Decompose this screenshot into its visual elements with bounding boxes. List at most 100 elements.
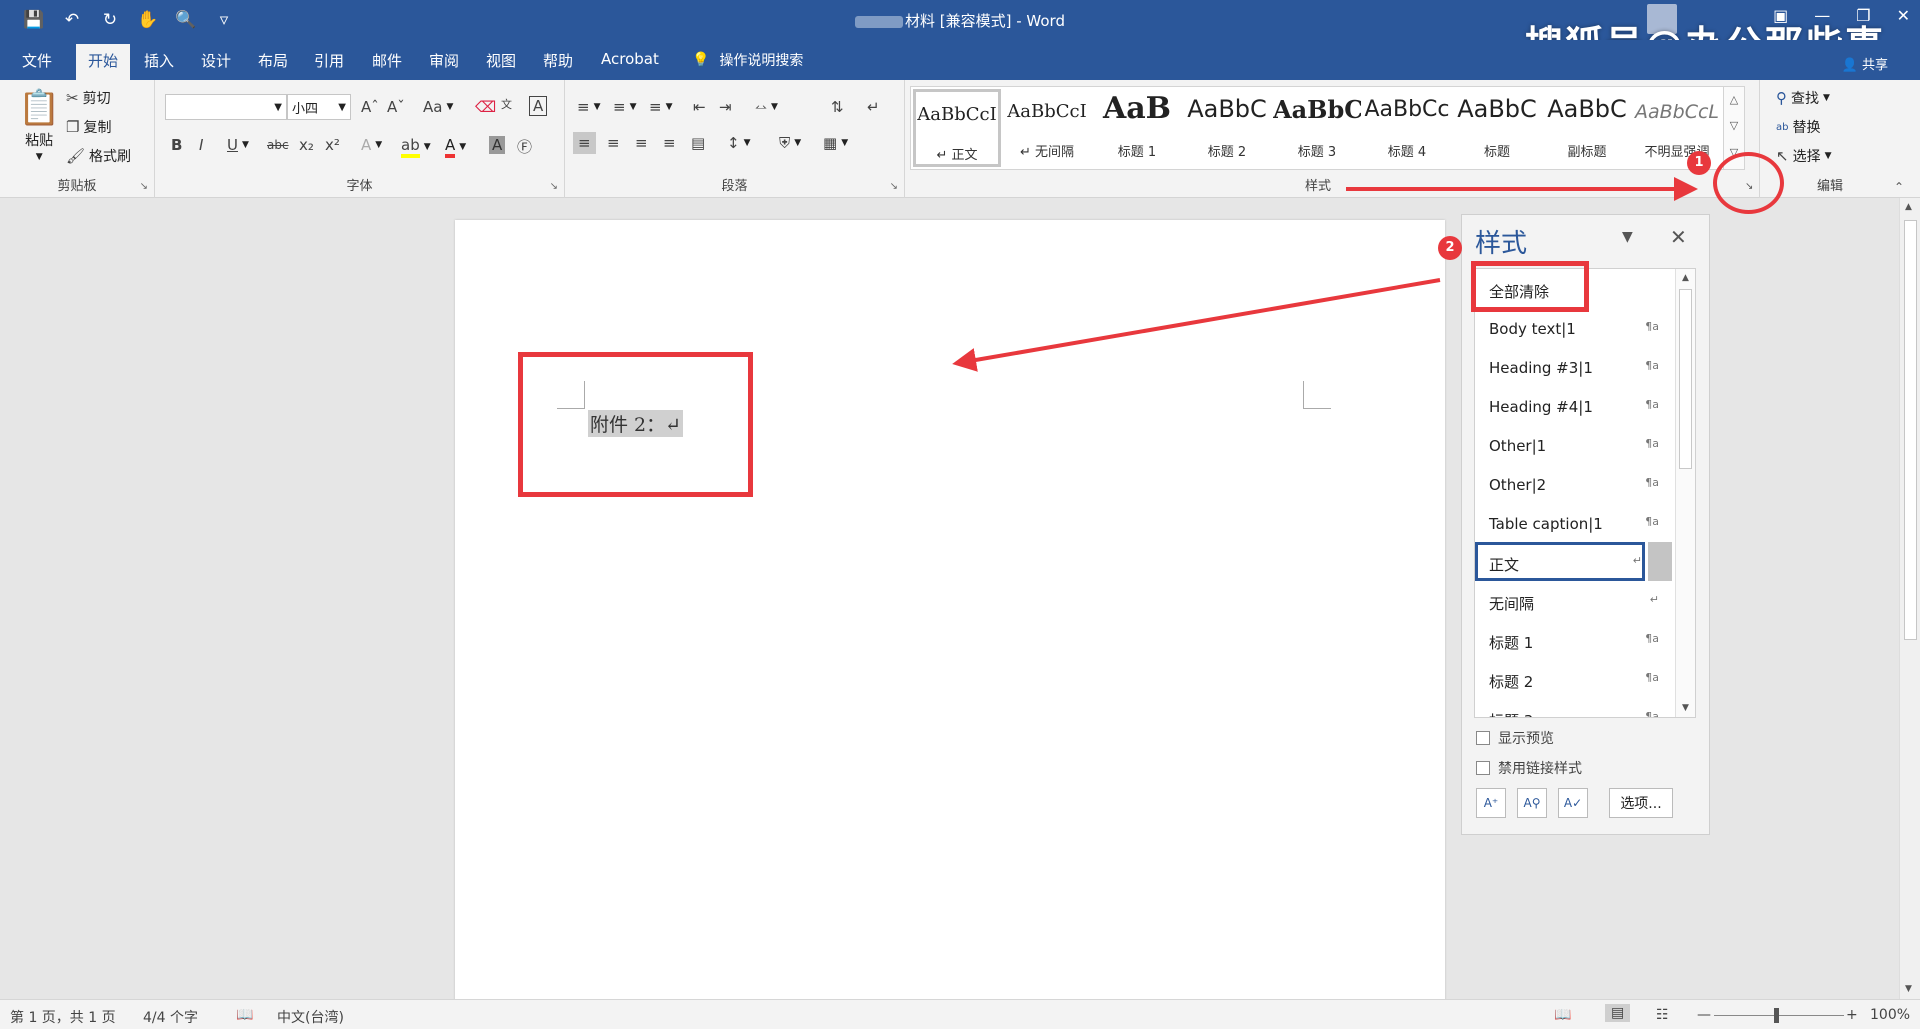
enclose-characters-button[interactable]: Ⓕ — [517, 136, 532, 157]
justify-button[interactable]: ≡ — [663, 134, 676, 152]
style-list-item[interactable]: Heading #3|1 ¶a — [1475, 347, 1675, 386]
chinese-layout-button[interactable]: ⥎ ▼ — [755, 98, 778, 116]
decrease-indent-button[interactable]: ⇤ — [693, 98, 706, 116]
styles-list-scrollbar[interactable]: ▲ ▼ — [1675, 269, 1695, 717]
superscript-button[interactable]: x² — [325, 136, 340, 154]
chevron-up-icon[interactable]: △ — [1724, 87, 1744, 113]
borders-button[interactable]: ▦ ▼ — [823, 134, 848, 152]
dialog-launcher-icon[interactable]: ↘ — [140, 181, 148, 192]
checkbox-box[interactable] — [1476, 731, 1490, 745]
style-list-item[interactable]: Body text|1 ¶a — [1475, 308, 1675, 347]
tab-view[interactable]: 视图 — [486, 50, 516, 71]
web-layout-icon[interactable]: ☷ — [1656, 1007, 1669, 1023]
character-border-button[interactable]: A — [529, 96, 548, 116]
align-center-button[interactable]: ≡ — [607, 134, 620, 152]
highlight-button[interactable]: ab ▼ — [401, 136, 431, 158]
zoom-slider-thumb[interactable] — [1774, 1008, 1779, 1023]
style-list-item[interactable]: Other|2 ¶a — [1475, 464, 1675, 503]
tab-references[interactable]: 引用 — [314, 50, 344, 71]
chevron-down-icon[interactable]: ▽ — [1724, 113, 1744, 139]
close-icon[interactable]: ✕ — [1670, 225, 1687, 249]
zoom-out-icon[interactable]: — — [1697, 1007, 1711, 1023]
sort-button[interactable]: ⇅ — [831, 98, 844, 116]
language-indicator[interactable]: 中文(台湾) — [277, 1007, 344, 1027]
show-marks-button[interactable]: ↵ — [867, 98, 880, 116]
style-dropdown-handle[interactable] — [1648, 542, 1672, 581]
clear-formatting-button[interactable]: ⌫ — [475, 98, 496, 116]
document-page[interactable]: 附件 2：↵ — [455, 220, 1445, 1029]
tab-help[interactable]: 帮助 — [543, 50, 573, 71]
style-list-item[interactable]: Table caption|1 ¶a — [1475, 503, 1675, 542]
subscript-button[interactable]: x₂ — [299, 136, 314, 154]
tab-home[interactable]: 开始 — [76, 44, 131, 80]
increase-indent-button[interactable]: ⇥ — [719, 98, 732, 116]
chevron-up-icon[interactable]: ▲ — [1905, 202, 1912, 212]
chevron-up-icon[interactable]: ▲ — [1676, 273, 1695, 283]
style-heading-1[interactable]: AaB 标题 1 — [1093, 89, 1181, 167]
grow-font-button[interactable]: Aˆ — [361, 98, 379, 116]
phonetic-guide-button[interactable]: 文 — [501, 96, 512, 112]
close-icon[interactable]: ✕ — [1897, 6, 1910, 25]
tab-review[interactable]: 审阅 — [429, 50, 459, 71]
style-heading-4[interactable]: AaBbCc 标题 4 — [1363, 89, 1451, 167]
strikethrough-button[interactable]: abc — [267, 138, 289, 152]
tab-acrobat[interactable]: Acrobat — [601, 50, 659, 68]
shading-button[interactable]: ⛨ ▼ — [779, 134, 801, 152]
style-list-item[interactable]: Other|1 ¶a — [1475, 425, 1675, 464]
pane-options-icon[interactable]: ▼ — [1622, 229, 1633, 245]
font-size-combo[interactable]: 小四 ▼ — [287, 94, 351, 120]
cut-button[interactable]: ✂ 剪切 — [66, 88, 111, 108]
show-preview-checkbox[interactable]: 显示预览 — [1476, 728, 1554, 748]
scroll-thumb[interactable] — [1904, 220, 1917, 640]
scroll-thumb[interactable] — [1679, 289, 1692, 469]
character-shading-button[interactable]: A — [489, 136, 506, 154]
style-normal[interactable]: AaBbCcI ↵ 正文 — [913, 89, 1001, 167]
chevron-down-icon[interactable]: ▼ — [1676, 703, 1695, 713]
zoom-level[interactable]: 100% — [1870, 1007, 1910, 1023]
style-list-item[interactable]: 标题 3 ¶a — [1475, 698, 1675, 717]
style-heading-3[interactable]: AaBbC 标题 3 — [1273, 89, 1361, 167]
font-color-button[interactable]: A ▼ — [445, 136, 466, 158]
bold-button[interactable]: B — [171, 136, 182, 154]
text-effects-button[interactable]: A ▼ — [361, 136, 382, 154]
manage-styles-button[interactable]: A✓ — [1558, 788, 1588, 818]
style-list-item-current[interactable]: 正文 ↵ — [1475, 542, 1645, 581]
options-button[interactable]: 选项... — [1609, 788, 1673, 818]
shrink-font-button[interactable]: Aˇ — [387, 98, 405, 116]
new-style-button[interactable]: A⁺ — [1476, 788, 1506, 818]
style-list-item[interactable]: Heading #4|1 ¶a — [1475, 386, 1675, 425]
format-painter-button[interactable]: 🖌 格式刷 — [66, 146, 131, 166]
zoom-in-icon[interactable]: + — [1846, 1007, 1858, 1023]
style-title[interactable]: AaBbC 标题 — [1453, 89, 1541, 167]
tab-file[interactable]: 文件 — [22, 50, 52, 71]
align-left-button[interactable]: ≡ — [573, 132, 596, 154]
underline-button[interactable]: U ▼ — [227, 136, 249, 154]
document-scrollbar[interactable]: ▲ ▼ — [1899, 198, 1920, 999]
copy-button[interactable]: ❐ 复制 — [66, 117, 111, 137]
checkbox-box[interactable] — [1476, 761, 1490, 775]
read-mode-icon[interactable]: 📖 — [1554, 1007, 1571, 1023]
italic-button[interactable]: I — [199, 136, 203, 154]
align-right-button[interactable]: ≡ — [635, 134, 648, 152]
zoom-slider-track[interactable] — [1714, 1015, 1844, 1016]
style-no-spacing[interactable]: AaBbCcI ↵ 无间隔 — [1003, 89, 1091, 167]
tab-insert[interactable]: 插入 — [144, 50, 174, 71]
change-case-button[interactable]: Aa ▼ — [423, 98, 453, 116]
chevron-down-icon[interactable]: ▼ — [1905, 984, 1912, 994]
style-inspector-button[interactable]: A⚲ — [1517, 788, 1547, 818]
tell-me-search[interactable]: 💡 操作说明搜索 — [692, 50, 803, 70]
line-spacing-button[interactable]: ↕ ▼ — [727, 134, 751, 152]
dialog-launcher-icon[interactable]: ↘ — [550, 181, 558, 192]
replace-button[interactable]: ab 替换 — [1776, 117, 1820, 137]
word-count[interactable]: 4/4 个字 — [143, 1007, 198, 1027]
font-name-combo[interactable]: ▼ — [165, 94, 287, 120]
disable-linked-styles-checkbox[interactable]: 禁用链接样式 — [1476, 758, 1582, 778]
collapse-ribbon-icon[interactable]: ⌃ — [1894, 180, 1904, 194]
tab-layout[interactable]: 布局 — [258, 50, 288, 71]
proofing-icon[interactable]: 📖 — [236, 1007, 253, 1023]
style-heading-2[interactable]: AaBbC 标题 2 — [1183, 89, 1271, 167]
select-button[interactable]: ↖ 选择 ▼ — [1776, 146, 1832, 166]
print-layout-icon[interactable]: ▤ — [1605, 1004, 1631, 1022]
share-button[interactable]: 👤 共享 — [1842, 54, 1888, 73]
style-list-item[interactable]: 标题 2 ¶a — [1475, 659, 1675, 698]
